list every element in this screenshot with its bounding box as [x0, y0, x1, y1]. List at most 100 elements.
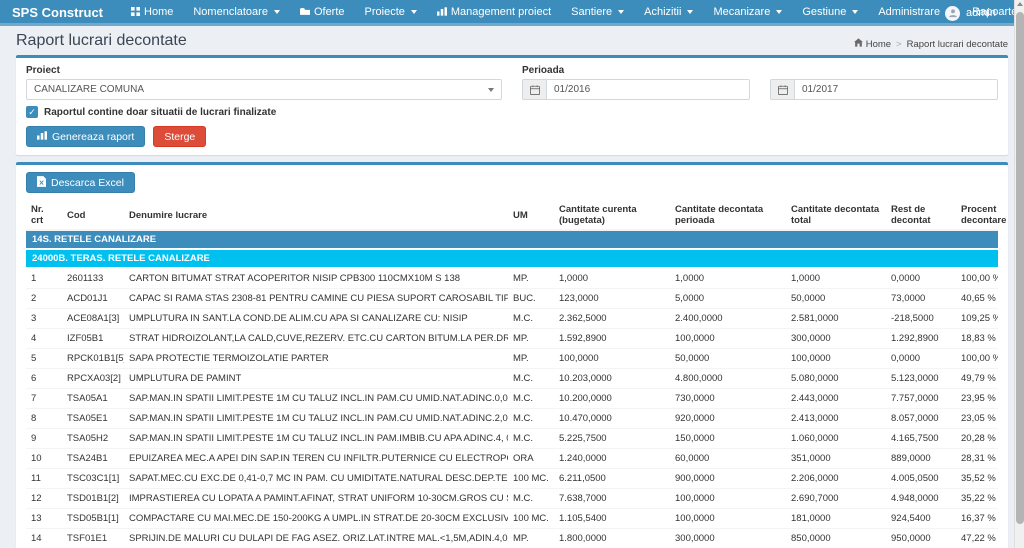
scrollbar-thumb[interactable]: [1016, 12, 1024, 524]
nav-item-gestiune[interactable]: Gestiune: [792, 0, 868, 23]
table-row: 8TSA05E1SAP.MAN.IN SPATII LIMIT.PESTE 1M…: [26, 409, 998, 429]
table-cell: 1,0000: [554, 268, 670, 289]
table-cell: 2.443,0000: [786, 389, 886, 409]
table-cell: 28,31 %: [956, 449, 998, 469]
app-brand[interactable]: SPS Construct: [0, 0, 121, 23]
breadcrumb-current: Raport lucrari decontate: [907, 39, 1008, 50]
table-cell: 13: [26, 509, 62, 529]
table-cell: 850,0000: [786, 529, 886, 548]
table-cell: 5: [26, 349, 62, 369]
table-cell: 7.757,0000: [886, 389, 956, 409]
table-cell: 8.057,0000: [886, 409, 956, 429]
excel-file-icon: [37, 176, 46, 190]
table-cell: ORA: [508, 449, 554, 469]
table-cell: M.C.: [508, 309, 554, 329]
delete-button[interactable]: Sterge: [153, 126, 206, 147]
table-cell: 35,22 %: [956, 489, 998, 509]
nav-item-achizitii[interactable]: Achizitii: [634, 0, 703, 23]
user-menu[interactable]: admin: [945, 0, 996, 26]
generate-report-button[interactable]: Genereaza raport: [26, 126, 145, 147]
table-cell: MP.: [508, 349, 554, 369]
table-cell: MP.: [508, 329, 554, 349]
period-label: Perioada: [522, 65, 998, 76]
chevron-down-icon: [852, 10, 858, 14]
table-row: 10TSA24B1EPUIZAREA MEC.A APEI DIN SAP.IN…: [26, 449, 998, 469]
table-cell: STRAT HIDROIZOLANT,LA CALD,CUVE,REZERV. …: [124, 329, 508, 349]
project-select[interactable]: CANALIZARE COMUNA: [26, 79, 502, 100]
table-cell: BUC.: [508, 289, 554, 309]
nav-item-proiecte[interactable]: Proiecte: [355, 0, 427, 23]
column-header-cantitate-curenta: Cantitate curenta (bugetata): [554, 201, 670, 230]
period-to-input[interactable]: [794, 79, 998, 100]
table-cell: 100,0000: [670, 329, 786, 349]
table-cell: M.C.: [508, 389, 554, 409]
calendar-icon: [770, 79, 794, 100]
period-from-input[interactable]: [546, 79, 750, 100]
column-header-cantitate-total: Cantitate decontata total: [786, 201, 886, 230]
table-cell: 2: [26, 289, 62, 309]
scroll-up-arrow-icon[interactable]: [1017, 2, 1023, 6]
table-cell: 18,83 %: [956, 329, 998, 349]
table-cell: 889,0000: [886, 449, 956, 469]
table-cell: 150,0000: [670, 429, 786, 449]
project-field-group: Proiect CANALIZARE COMUNA: [26, 65, 502, 100]
table-cell: 100,0000: [786, 349, 886, 369]
column-header-um: UM: [508, 201, 554, 230]
table-cell: 4.800,0000: [670, 369, 786, 389]
filter-box: Proiect CANALIZARE COMUNA Perioada ✓ Rap: [16, 55, 1008, 155]
period-field-group: Perioada: [522, 65, 998, 100]
table-cell: COMPACTARE CU MAI.MEC.DE 150-200KG A UMP…: [124, 509, 508, 529]
table-cell: 8: [26, 409, 62, 429]
table-cell: 12: [26, 489, 62, 509]
table-cell: UMPLUTURA IN SANT.LA COND.DE ALIM.CU APA…: [124, 309, 508, 329]
table-cell: 7: [26, 389, 62, 409]
calendar-icon: [522, 79, 546, 100]
vertical-scrollbar[interactable]: [1014, 0, 1024, 548]
finalized-checkbox[interactable]: ✓: [26, 106, 38, 118]
nav-item-mecanizare[interactable]: Mecanizare: [703, 0, 792, 23]
table-cell: 4.005,0500: [886, 469, 956, 489]
nav-item-santiere[interactable]: Santiere: [561, 0, 634, 23]
download-excel-button[interactable]: Descarca Excel: [26, 172, 135, 193]
home-grid-icon: [131, 7, 140, 16]
table-cell: 5.123,0000: [886, 369, 956, 389]
column-header-procent: Procent decontare: [956, 201, 998, 230]
table-cell: 1.240,0000: [554, 449, 670, 469]
bar-chart-icon: [37, 131, 47, 143]
nav-label: Home: [144, 6, 173, 18]
nav-item-home[interactable]: Home: [121, 0, 183, 23]
table-cell: 2.690,7000: [786, 489, 886, 509]
nav-label: Proiecte: [365, 6, 405, 18]
table-cell: 1.800,0000: [554, 529, 670, 548]
table-cell: 10.470,0000: [554, 409, 670, 429]
table-cell: RPCK01B1[5]: [62, 349, 124, 369]
table-row: 3ACE08A1[3]UMPLUTURA IN SANT.LA COND.DE …: [26, 309, 998, 329]
table-cell: 6.211,0500: [554, 469, 670, 489]
table-cell: M.C.: [508, 369, 554, 389]
table-cell: EPUIZAREA MEC.A APEI DIN SAP.IN TEREN CU…: [124, 449, 508, 469]
table-cell: 100 MC.: [508, 509, 554, 529]
username: admin: [966, 7, 996, 19]
table-cell: 100,0000: [670, 509, 786, 529]
table-cell: 300,0000: [786, 329, 886, 349]
table-cell: 5,0000: [670, 289, 786, 309]
nav-item-nomenclatoare[interactable]: Nomenclatoare: [183, 0, 290, 23]
table-cell: 1,0000: [786, 268, 886, 289]
section-row: 24000B. TERAS. RETELE CANALIZARE: [26, 249, 998, 268]
table-cell: 100,00 %: [956, 268, 998, 289]
table-cell: TSF01E1: [62, 529, 124, 548]
nav-label: Nomenclatoare: [193, 6, 268, 18]
table-cell: 2.413,0000: [786, 409, 886, 429]
table-cell: 40,65 %: [956, 289, 998, 309]
nav-label: Achizitii: [644, 6, 681, 18]
section-label: 24000B. TERAS. RETELE CANALIZARE: [26, 249, 998, 268]
folder-icon: [300, 7, 310, 16]
table-cell: 7.638,7000: [554, 489, 670, 509]
table-cell: TSA05H2: [62, 429, 124, 449]
nav-item-oferte[interactable]: Oferte: [290, 0, 355, 23]
project-selected-value: CANALIZARE COMUNA: [34, 84, 144, 95]
breadcrumb-home-link[interactable]: Home: [854, 38, 891, 50]
table-cell: MP.: [508, 529, 554, 548]
breadcrumb-separator: >: [896, 39, 902, 50]
nav-item-management-proiect[interactable]: Management proiect: [427, 0, 561, 23]
